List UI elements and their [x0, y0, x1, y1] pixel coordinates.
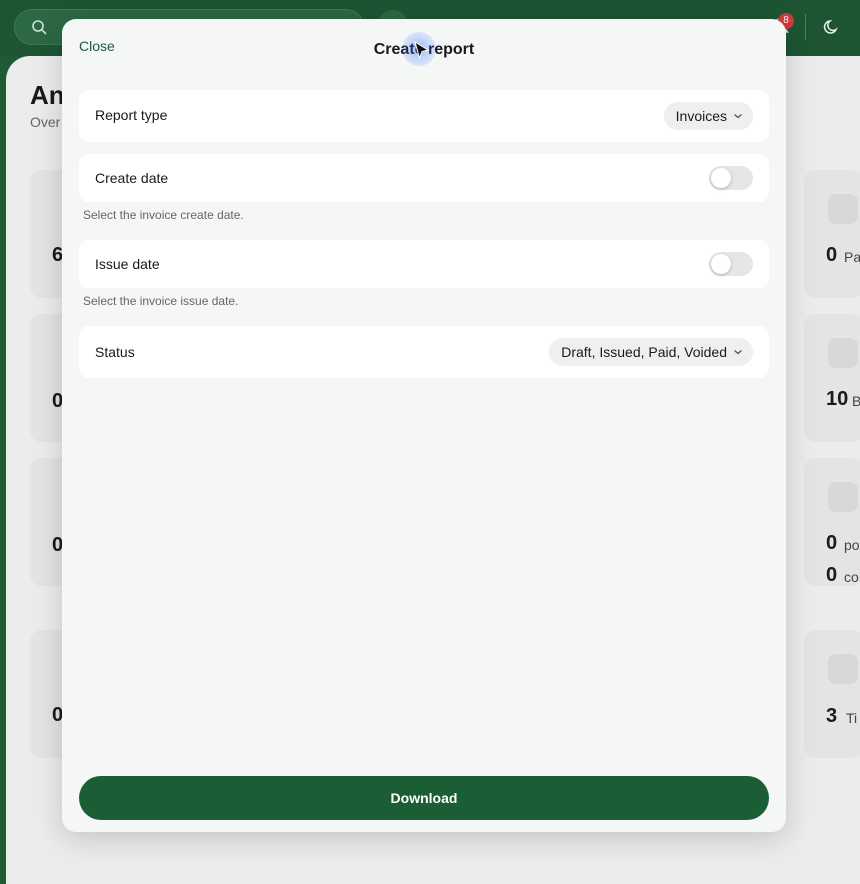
report-type-row: Report type Invoices — [79, 90, 769, 142]
stat-unit: Ti — [846, 710, 858, 726]
page-subtitle: Over — [30, 114, 61, 130]
create-date-hint: Select the invoice create date. — [83, 208, 244, 222]
moon-icon[interactable] — [822, 17, 842, 37]
create-date-label: Create date — [95, 170, 169, 186]
status-label: Status — [95, 344, 135, 360]
status-value: Draft, Issued, Paid, Voided — [561, 344, 727, 360]
create-date-row: Create date — [79, 154, 769, 202]
stat-value: 0 — [826, 564, 838, 586]
stat-card — [804, 170, 860, 298]
search-icon — [32, 20, 47, 35]
stat-value: 0 — [826, 532, 838, 554]
create-date-toggle[interactable] — [709, 166, 753, 190]
stat-unit: B — [852, 393, 860, 409]
stat-unit: Pa — [844, 249, 860, 265]
issue-date-hint: Select the invoice issue date. — [83, 294, 239, 308]
ticket-icon — [828, 654, 858, 684]
toggle-knob — [711, 254, 731, 274]
stat-value: 3 — [826, 705, 838, 727]
page-title: An — [30, 80, 65, 110]
report-type-label: Report type — [95, 107, 168, 123]
issue-date-label: Issue date — [95, 256, 160, 272]
stat-card — [804, 314, 860, 442]
report-type-select[interactable]: Invoices — [663, 102, 753, 130]
issue-date-row: Issue date — [79, 240, 769, 288]
toggle-knob — [711, 168, 731, 188]
chevron-down-icon — [734, 114, 742, 119]
stat-value: 0 — [826, 244, 838, 266]
cursor-icon — [414, 41, 430, 60]
download-button[interactable]: Download — [79, 776, 769, 820]
dollar-doc-icon — [828, 194, 858, 224]
stat-unit: po — [844, 537, 860, 553]
monitor-icon — [828, 338, 858, 368]
report-type-value: Invoices — [675, 108, 727, 124]
status-select[interactable]: Draft, Issued, Paid, Voided — [549, 338, 753, 366]
create-report-modal: Close Create report Report type Invoices… — [62, 19, 786, 832]
issue-date-toggle[interactable] — [709, 252, 753, 276]
chevron-down-icon — [734, 350, 742, 355]
status-row: Status Draft, Issued, Paid, Voided — [79, 326, 769, 378]
rss-icon — [828, 482, 858, 512]
divider — [805, 14, 806, 40]
stat-value: 10 — [826, 388, 849, 410]
stat-card — [804, 630, 860, 758]
stat-unit: co — [844, 569, 859, 585]
